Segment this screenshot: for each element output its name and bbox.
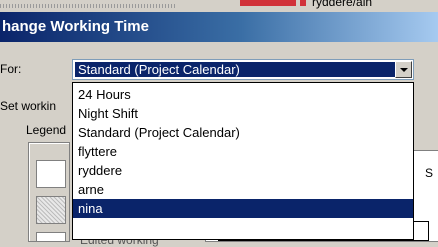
dropdown-option-flyttere[interactable]: flyttere <box>73 142 413 161</box>
legend-swatch-edited <box>36 232 66 242</box>
dropdown-option-ryddere[interactable]: ryddere <box>73 161 413 180</box>
dropdown-option-arne[interactable]: arne <box>73 180 413 199</box>
calendar-select-value: Standard (Project Calendar) <box>75 62 396 77</box>
legend-box <box>28 142 70 242</box>
dropdown-option-night-shift[interactable]: Night Shift <box>73 104 413 123</box>
for-label: For: <box>0 62 22 76</box>
dialog-title-bar[interactable]: hange Working Time <box>0 12 438 42</box>
set-working-label: Set workin <box>0 99 57 113</box>
background-app-strip: ryddere/aln <box>0 0 438 12</box>
calendar-dropdown-list[interactable]: 24 Hours Night Shift Standard (Project C… <box>72 82 414 240</box>
chevron-down-icon <box>400 68 408 72</box>
dropdown-option-standard[interactable]: Standard (Project Calendar) <box>73 123 413 142</box>
legend-label: Legend <box>26 123 67 137</box>
legend-swatch-working <box>36 160 66 188</box>
calendar-day-header: S <box>424 166 433 180</box>
dialog-title: hange Working Time <box>2 18 149 35</box>
dropdown-button[interactable] <box>395 61 412 78</box>
background-red-bar <box>240 0 296 6</box>
calendar-select[interactable]: Standard (Project Calendar) <box>72 59 414 80</box>
dropdown-option-24-hours[interactable]: 24 Hours <box>73 85 413 104</box>
background-dotted-line <box>0 4 175 8</box>
background-red-bar-2 <box>300 0 306 6</box>
background-tab-text: ryddere/aln <box>312 0 373 9</box>
dropdown-option-nina[interactable]: nina <box>73 199 413 218</box>
legend-swatch-nonworking <box>36 196 66 224</box>
